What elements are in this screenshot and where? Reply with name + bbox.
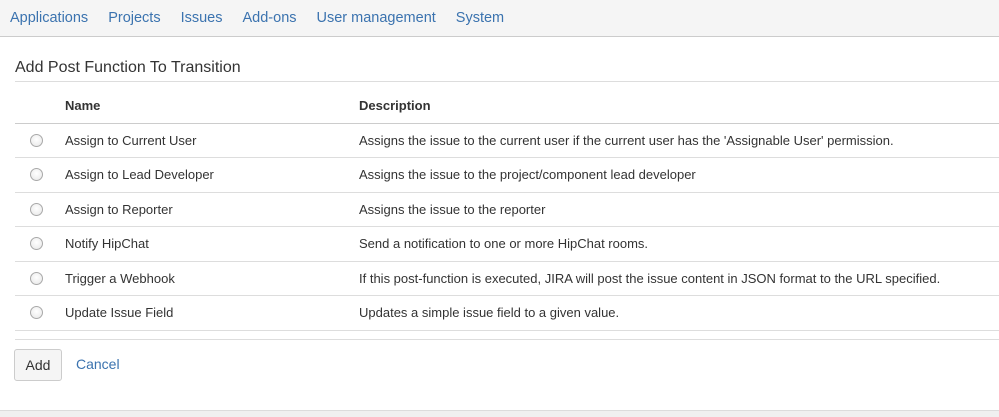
admin-top-nav: Applications Projects Issues Add-ons Use… <box>0 0 999 37</box>
title-divider <box>15 81 999 82</box>
radio-assign-to-reporter[interactable] <box>30 202 43 216</box>
row-description: Assigns the issue to the project/compone… <box>359 157 999 193</box>
cancel-link[interactable]: Cancel <box>76 356 120 372</box>
row-description: Assigns the issue to the reporter <box>359 192 999 227</box>
page-footer-band <box>0 410 999 417</box>
table-row[interactable]: Trigger a Webhook If this post-function … <box>15 261 999 296</box>
radio-update-issue-field[interactable] <box>30 306 43 320</box>
radio-assign-to-current-user[interactable] <box>30 133 43 147</box>
header-description: Description <box>359 89 999 124</box>
row-name: Assign to Lead Developer <box>65 157 359 193</box>
row-description: Assigns the issue to the current user if… <box>359 123 999 158</box>
row-description: Send a notification to one or more HipCh… <box>359 226 999 262</box>
table-row[interactable]: Notify HipChat Send a notification to on… <box>15 226 999 262</box>
radio-assign-to-lead-developer[interactable] <box>30 168 43 182</box>
row-name: Trigger a Webhook <box>65 261 359 296</box>
table-row[interactable]: Update Issue Field Updates a simple issu… <box>15 295 999 331</box>
radio-cell <box>15 157 65 193</box>
nav-system[interactable]: System <box>456 10 504 26</box>
row-name: Notify HipChat <box>65 226 359 262</box>
radio-cell <box>15 192 65 227</box>
radio-cell <box>15 295 65 331</box>
header-select <box>15 89 65 124</box>
page-title: Add Post Function To Transition <box>15 59 241 76</box>
radio-trigger-a-webhook[interactable] <box>30 271 43 285</box>
radio-cell <box>15 123 65 158</box>
nav-user-management[interactable]: User management <box>317 10 436 26</box>
radio-notify-hipchat[interactable] <box>30 237 43 251</box>
form-footer-divider <box>15 339 999 340</box>
table-row[interactable]: Assign to Lead Developer Assigns the iss… <box>15 157 999 193</box>
row-name: Assign to Current User <box>65 123 359 158</box>
radio-cell <box>15 261 65 296</box>
table-header-row: Name Description <box>15 89 999 124</box>
row-name: Assign to Reporter <box>65 192 359 227</box>
nav-projects[interactable]: Projects <box>108 10 160 26</box>
table-row[interactable]: Assign to Current User Assigns the issue… <box>15 123 999 158</box>
row-name: Update Issue Field <box>65 295 359 331</box>
row-description: Updates a simple issue field to a given … <box>359 295 999 331</box>
nav-issues[interactable]: Issues <box>181 10 223 26</box>
radio-cell <box>15 226 65 262</box>
post-function-table: Name Description Assign to Current User … <box>15 89 999 331</box>
add-button[interactable]: Add <box>14 349 62 381</box>
table-row[interactable]: Assign to Reporter Assigns the issue to … <box>15 192 999 227</box>
header-name: Name <box>65 89 359 124</box>
row-description: If this post-function is executed, JIRA … <box>359 261 999 296</box>
nav-applications[interactable]: Applications <box>10 10 88 26</box>
nav-add-ons[interactable]: Add-ons <box>243 10 297 26</box>
